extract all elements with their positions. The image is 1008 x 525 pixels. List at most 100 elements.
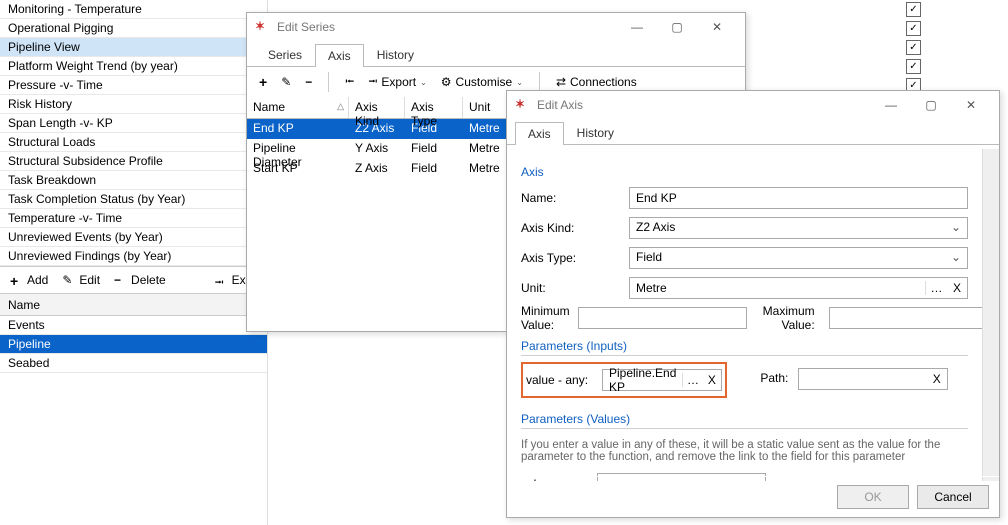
sidebar-item[interactable]: Structural Loads xyxy=(0,133,267,152)
help-text: If you enter a value in any of these, it… xyxy=(521,435,968,471)
sidebar-item[interactable]: Structural Subsidence Profile xyxy=(0,152,267,171)
sidebar-item[interactable]: Pressure -v- Time xyxy=(0,76,267,95)
ellipsis-button[interactable]: … xyxy=(682,373,702,387)
row-checkbox[interactable]: ✓ xyxy=(906,40,921,55)
grid-cell: Metre xyxy=(463,159,511,179)
params-values-section: Parameters (Values) xyxy=(521,412,968,429)
grid-cell: Z Axis xyxy=(349,159,405,179)
kind-label: Axis Kind: xyxy=(521,221,621,235)
sidebar-item[interactable]: Span Length -v- KP xyxy=(0,114,267,133)
min-input[interactable] xyxy=(578,307,747,329)
chevron-down-icon: ⌄ xyxy=(516,78,523,87)
sidebar-item[interactable]: Unreviewed Events (by Year) xyxy=(0,228,267,247)
maximize-button[interactable]: ▢ xyxy=(911,92,951,118)
tab-history[interactable]: History xyxy=(364,43,427,66)
kind-select[interactable]: Z2 Axis xyxy=(629,217,968,239)
connections-label: Connections xyxy=(570,75,637,89)
tab-series[interactable]: Series xyxy=(255,43,315,66)
series-item[interactable]: Pipeline xyxy=(0,335,267,354)
tab-axis[interactable]: Axis xyxy=(315,44,364,67)
grid-cell: Y Axis xyxy=(349,139,405,159)
minimize-button[interactable]: — xyxy=(871,92,911,118)
grid-cell: End KP xyxy=(247,119,349,139)
ellipsis-button[interactable]: … xyxy=(925,281,947,295)
col-type[interactable]: Axis Type xyxy=(405,97,463,118)
grid-export-button[interactable]: Export ⌄ xyxy=(364,70,430,94)
name-input[interactable] xyxy=(629,187,968,209)
row-checkbox[interactable]: ✓ xyxy=(906,21,921,36)
edit-series-titlebar[interactable]: ✶ Edit Series — ▢ ✕ xyxy=(247,13,745,41)
delete-label: Delete xyxy=(131,273,166,287)
minimize-button[interactable]: — xyxy=(617,14,657,40)
sidebar-item[interactable]: Monitoring - Temperature xyxy=(0,0,267,19)
unit-picker[interactable]: Metre … X xyxy=(629,277,968,299)
series-item[interactable]: Events xyxy=(0,316,267,335)
vertical-scrollbar[interactable] xyxy=(982,149,999,481)
ok-button[interactable]: OK xyxy=(837,485,909,509)
unit-label: Unit: xyxy=(521,281,621,295)
grid-cell: Metre xyxy=(463,139,511,159)
plus-icon xyxy=(10,273,24,287)
sidebar-item[interactable]: Platform Weight Trend (by year) xyxy=(0,57,267,76)
grid-add-button[interactable] xyxy=(255,70,271,94)
series-item[interactable]: Seabed xyxy=(0,354,267,373)
value-any-picker[interactable]: Pipeline.End KP … X xyxy=(602,369,722,391)
edit-axis-dialog: ✶ Edit Axis — ▢ ✕ AxisHistory Axis Name:… xyxy=(506,90,1000,518)
row-checkbox[interactable]: ✓ xyxy=(906,2,921,17)
grid-import-button[interactable] xyxy=(341,70,358,94)
col-kind[interactable]: Axis Kind xyxy=(349,97,405,118)
sidebar-item[interactable]: Unreviewed Findings (by Year) xyxy=(0,247,267,266)
share-icon xyxy=(556,75,566,89)
sidebar: Monitoring - TemperatureOperational Pigg… xyxy=(0,0,268,525)
sidebar-item[interactable]: Operational Pigging xyxy=(0,19,267,38)
sidebar-item[interactable]: Task Breakdown xyxy=(0,171,267,190)
grid-cell: Start KP xyxy=(247,159,349,179)
clear-button[interactable]: X xyxy=(703,373,721,387)
sidebar-item[interactable]: Risk History xyxy=(0,95,267,114)
sidebar-item[interactable]: Task Completion Status (by Year) xyxy=(0,190,267,209)
min-label: Minimum Value: xyxy=(521,304,570,332)
add-label: Add xyxy=(27,273,48,287)
unit-value: Metre xyxy=(630,279,925,297)
edit-axis-titlebar[interactable]: ✶ Edit Axis — ▢ ✕ xyxy=(507,91,999,119)
edit-series-title: Edit Series xyxy=(277,20,617,34)
delete-button[interactable]: Delete xyxy=(110,269,170,291)
grid-cell: Field xyxy=(405,159,463,179)
path-label: Path: xyxy=(760,371,788,385)
close-button[interactable]: ✕ xyxy=(951,92,991,118)
pencil-icon xyxy=(281,75,291,89)
grid-cell: Pipeline Diameter xyxy=(247,139,349,159)
tab-history[interactable]: History xyxy=(564,121,627,144)
export-icon xyxy=(215,273,229,287)
app-icon: ✶ xyxy=(515,97,531,113)
checkbox-column: ✓✓✓✓✓ xyxy=(906,2,924,97)
grid-edit-button[interactable] xyxy=(277,70,295,94)
pencil-icon xyxy=(62,273,76,287)
cancel-button[interactable]: Cancel xyxy=(917,485,989,509)
sort-asc-icon: △ xyxy=(337,101,344,112)
edit-button[interactable]: Edit xyxy=(58,269,104,291)
grid-delete-button[interactable] xyxy=(301,70,316,94)
path-picker[interactable]: X xyxy=(798,368,948,390)
tab-axis[interactable]: Axis xyxy=(515,122,564,145)
add-button[interactable]: Add xyxy=(6,269,52,291)
max-input[interactable] xyxy=(829,307,982,329)
close-button[interactable]: ✕ xyxy=(697,14,737,40)
params-inputs-section: Parameters (Inputs) xyxy=(521,339,968,356)
sidebar-item[interactable]: Temperature -v- Time xyxy=(0,209,267,228)
gear-icon xyxy=(441,75,452,89)
edit-axis-title: Edit Axis xyxy=(537,98,871,112)
clear-button[interactable]: X xyxy=(927,372,947,386)
type-select[interactable]: Field xyxy=(629,247,968,269)
sidebar-item[interactable]: Pipeline View xyxy=(0,38,267,57)
chevron-down-icon: ⌄ xyxy=(420,78,427,87)
path-value xyxy=(799,377,927,381)
maximize-button[interactable]: ▢ xyxy=(657,14,697,40)
row-checkbox[interactable]: ✓ xyxy=(906,59,921,74)
col-unit[interactable]: Unit xyxy=(463,97,511,118)
plus-icon xyxy=(259,74,267,90)
export-label: Export xyxy=(381,75,416,89)
col-name[interactable]: Name△ xyxy=(247,97,349,118)
value-any-label: value - any: xyxy=(526,373,594,387)
clear-button[interactable]: X xyxy=(947,281,967,295)
